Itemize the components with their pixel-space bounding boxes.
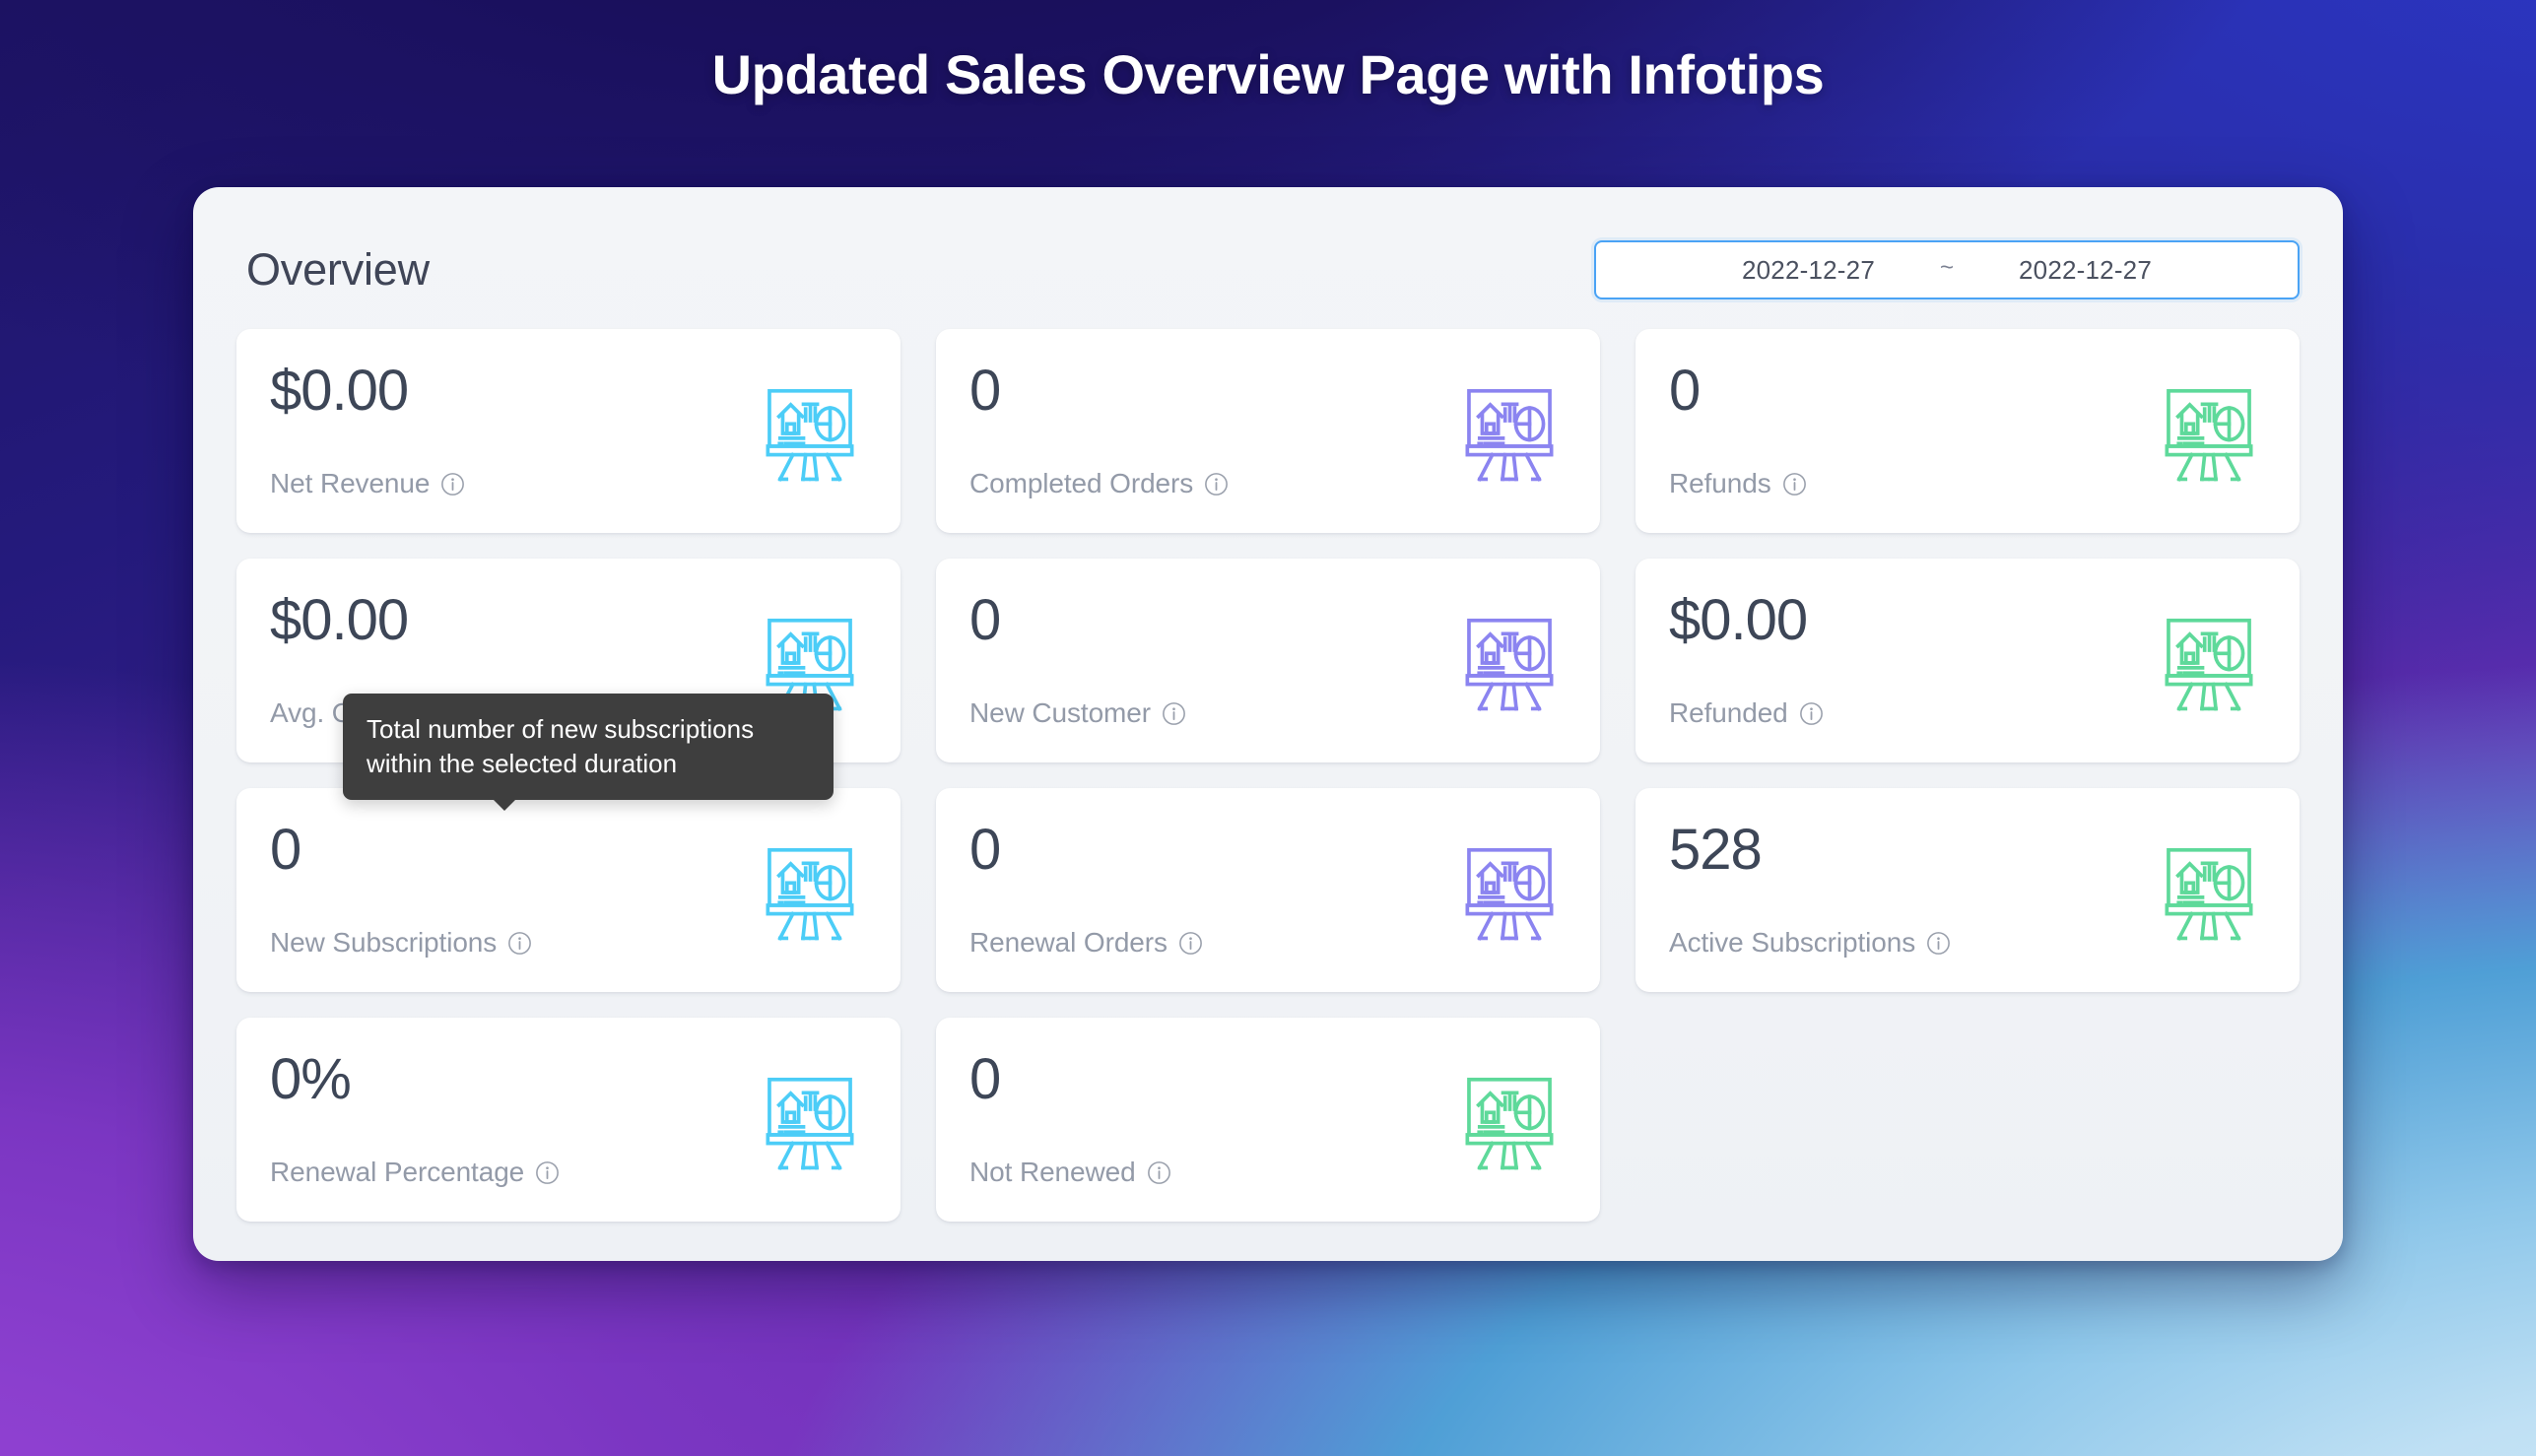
- card-label-row: New Customer: [969, 697, 1186, 729]
- card-value-new-subscriptions: 0: [270, 818, 301, 882]
- card-text-block: 0 Completed Orders: [969, 359, 1229, 507]
- card-label-renewal-percentage: Renewal Percentage: [270, 1157, 525, 1187]
- card-label-row: Not Renewed: [969, 1157, 1171, 1188]
- metric-card-refunded[interactable]: $0.00 Refunded: [1635, 559, 2300, 762]
- card-label-renewal-orders: Renewal Orders: [969, 927, 1168, 958]
- page-title: Updated Sales Overview Page with Infotip…: [711, 43, 1825, 105]
- card-value-active-subscriptions: 528: [1669, 818, 1763, 882]
- card-label-new-customer: New Customer: [969, 697, 1151, 728]
- easel-chart-icon: [1456, 839, 1563, 946]
- metric-card-new-customer[interactable]: 0 New Customer: [936, 559, 1600, 762]
- card-text-block: 0 New Subscriptions: [270, 818, 532, 966]
- info-icon[interactable]: [1799, 701, 1824, 726]
- card-value-refunds: 0: [1669, 359, 1701, 423]
- info-icon[interactable]: [440, 472, 465, 496]
- card-text-block: $0.00 Net Revenue: [270, 359, 465, 507]
- card-text-block: 0% Renewal Percentage: [270, 1047, 560, 1196]
- easel-chart-icon: [1456, 380, 1563, 487]
- card-value-new-customer: 0: [969, 588, 1001, 652]
- info-icon[interactable]: [535, 1160, 560, 1185]
- card-value-renewal-percentage: 0%: [270, 1047, 352, 1111]
- card-label-row: Refunds: [1669, 468, 1807, 499]
- card-text-block: 0 New Customer: [969, 588, 1186, 737]
- card-text-block: 528 Active Subscriptions: [1669, 818, 1951, 966]
- easel-chart-icon: [2156, 610, 2262, 716]
- card-label-row: Refunded: [1669, 697, 1824, 729]
- easel-chart-icon: [2156, 839, 2262, 946]
- info-icon[interactable]: [507, 931, 532, 956]
- easel-chart-icon: [757, 380, 863, 487]
- card-label-refunds: Refunds: [1669, 468, 1771, 498]
- card-text-block: 0 Refunds: [1669, 359, 1807, 507]
- card-label-not-renewed: Not Renewed: [969, 1157, 1136, 1187]
- card-text-block: $0.00 Refunded: [1669, 588, 1824, 737]
- card-label-row: Renewal Percentage: [270, 1157, 560, 1188]
- info-icon[interactable]: [1204, 472, 1229, 496]
- info-icon[interactable]: [1147, 1160, 1171, 1185]
- overview-panel: Overview 2022-12-27 ~ 2022-12-27 $0.00 N…: [193, 187, 2343, 1261]
- metric-card-refunds[interactable]: 0 Refunds: [1635, 329, 2300, 533]
- metric-card-net-revenue[interactable]: $0.00 Net Revenue: [236, 329, 901, 533]
- info-icon[interactable]: [1178, 931, 1203, 956]
- card-value-refunded: $0.00: [1669, 588, 1808, 652]
- card-label-row: Renewal Orders: [969, 927, 1203, 959]
- card-label-completed-orders: Completed Orders: [969, 468, 1194, 498]
- card-label-active-subscriptions: Active Subscriptions: [1669, 927, 1916, 958]
- card-value-completed-orders: 0: [969, 359, 1001, 423]
- easel-chart-icon: [2156, 380, 2262, 487]
- easel-chart-icon: [1456, 610, 1563, 716]
- card-value-avg-order-value: $0.00: [270, 588, 409, 652]
- metric-card-not-renewed[interactable]: 0 Not Renewed: [936, 1018, 1600, 1222]
- metric-card-completed-orders[interactable]: 0 Completed Orders: [936, 329, 1600, 533]
- metric-card-renewal-percentage[interactable]: 0% Renewal Percentage: [236, 1018, 901, 1222]
- info-icon[interactable]: [1926, 931, 1951, 956]
- metric-card-renewal-orders[interactable]: 0 Renewal Orders: [936, 788, 1600, 992]
- metric-cards-grid: $0.00 Net Revenue 0 Completed Orders 0 R…: [236, 329, 2300, 1222]
- info-icon[interactable]: [1162, 701, 1186, 726]
- card-label-new-subscriptions: New Subscriptions: [270, 927, 498, 958]
- overview-heading: Overview: [246, 244, 430, 295]
- panel-header: Overview 2022-12-27 ~ 2022-12-27: [236, 234, 2300, 305]
- date-range-end[interactable]: 2022-12-27: [2019, 255, 2152, 286]
- card-label-refunded: Refunded: [1669, 697, 1788, 728]
- card-text-block: 0 Renewal Orders: [969, 818, 1203, 966]
- card-label-row: Completed Orders: [969, 468, 1229, 499]
- metric-card-new-subscriptions[interactable]: Total number of new subscriptions within…: [236, 694, 901, 992]
- date-range-separator: ~: [1939, 254, 1954, 281]
- card-label-row: Active Subscriptions: [1669, 927, 1951, 959]
- easel-chart-icon: [1456, 1069, 1563, 1175]
- card-value-renewal-orders: 0: [969, 818, 1001, 882]
- metric-card-active-subscriptions[interactable]: 528 Active Subscriptions: [1635, 788, 2300, 992]
- card-value-net-revenue: $0.00: [270, 359, 409, 423]
- date-range-picker[interactable]: 2022-12-27 ~ 2022-12-27: [1594, 240, 2300, 299]
- easel-chart-icon: [757, 1069, 863, 1175]
- easel-chart-icon: [757, 839, 863, 946]
- card-label-row: Net Revenue: [270, 468, 465, 499]
- card-value-not-renewed: 0: [969, 1047, 1001, 1111]
- infotip-new-subscriptions: Total number of new subscriptions within…: [343, 694, 834, 812]
- card-label-net-revenue: Net Revenue: [270, 468, 431, 498]
- date-range-start[interactable]: 2022-12-27: [1742, 255, 1875, 286]
- info-icon[interactable]: [1782, 472, 1807, 496]
- card-label-row: New Subscriptions: [270, 927, 532, 959]
- card-text-block: 0 Not Renewed: [969, 1047, 1171, 1196]
- empty-grid-cell: [1635, 1018, 2300, 1222]
